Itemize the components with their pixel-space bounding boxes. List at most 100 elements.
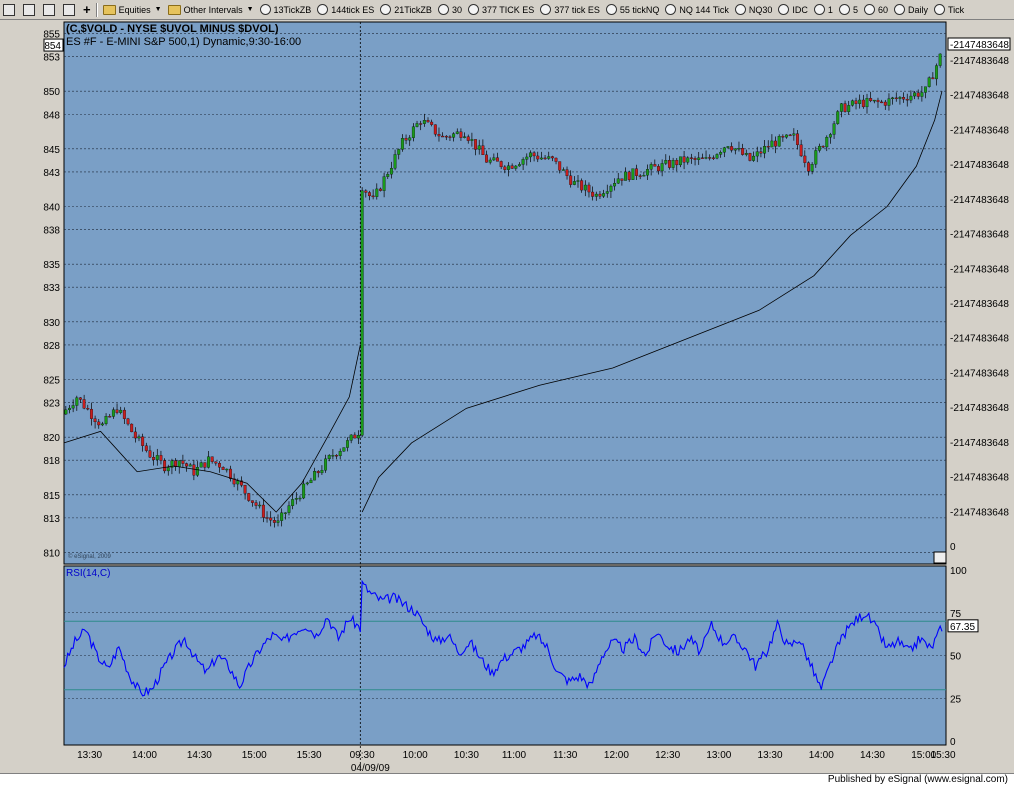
toolbar-item-11[interactable]: IDC: [775, 2, 811, 18]
candle-body: [569, 175, 573, 185]
toolbar-item-0[interactable]: Equities ▼: [100, 2, 165, 18]
toolbar-item-14[interactable]: 60: [861, 2, 891, 18]
candle-body: [111, 409, 115, 417]
toolbar-separator: [95, 2, 98, 17]
candle-body: [518, 164, 521, 167]
candle-body: [492, 157, 496, 161]
candle-body: [854, 100, 858, 104]
table-button[interactable]: [60, 2, 80, 18]
layout-button[interactable]: [0, 2, 20, 18]
toolbar-item-12[interactable]: 1: [811, 2, 836, 18]
candle-body: [613, 183, 617, 187]
candle-body: [796, 133, 799, 145]
right-axis-tick-label: -2147483648: [950, 230, 1009, 241]
candle-body: [741, 148, 745, 155]
price-tick-label: 810: [43, 548, 60, 559]
candle-body: [931, 77, 935, 80]
candle-body: [726, 146, 730, 148]
toolbar-item-7[interactable]: 377 tick ES: [537, 2, 603, 18]
candle-body: [159, 455, 163, 461]
candle-body: [858, 99, 862, 104]
candle-body: [419, 123, 423, 125]
rsi-last-label: 67.35: [950, 622, 975, 633]
candle-body: [704, 157, 708, 159]
interval-icon: [380, 4, 392, 15]
candle-body: [261, 504, 265, 518]
candle-body: [748, 153, 752, 161]
candle-body: [426, 120, 430, 123]
toolbar-item-label: Other Intervals: [183, 4, 243, 15]
price-tick-label: 833: [43, 283, 60, 294]
toolbar-item-1[interactable]: Other Intervals ▼: [165, 2, 257, 18]
candle-body: [82, 399, 86, 409]
candle-body: [291, 499, 295, 506]
candle-body: [133, 431, 137, 439]
candle-body: [781, 135, 785, 138]
candle-body: [302, 483, 306, 499]
folder-icon: [102, 4, 116, 15]
price-tick-label: 838: [43, 226, 60, 237]
right-axis-tick-label: -2147483648: [950, 91, 1009, 102]
chart-canvas[interactable]: 8558538508488458438408388358338308288258…: [0, 20, 1014, 774]
toolbar-item-3[interactable]: 144tick ES: [314, 2, 377, 18]
candle-body: [294, 498, 298, 500]
candle-body: [591, 191, 595, 197]
toolbar-item-16[interactable]: Tick: [931, 2, 967, 18]
candle-body: [525, 156, 529, 160]
candle-body: [572, 181, 576, 185]
candle-body: [397, 149, 401, 155]
candle-body: [587, 184, 591, 193]
candle-body: [115, 409, 119, 413]
x-tick-label: 09:30: [350, 750, 375, 761]
toolbar-item-13[interactable]: 5: [836, 2, 861, 18]
toolbar-item-6[interactable]: 377 TICK ES: [465, 2, 537, 18]
right-axis-tick-label: -2147483648: [950, 438, 1009, 449]
price-tick-label: 853: [43, 53, 60, 64]
candle-body: [664, 160, 668, 164]
add-button[interactable]: +: [80, 2, 94, 18]
candle-body: [880, 101, 884, 104]
candle-body: [763, 146, 767, 154]
chart-window[interactable]: 855 853 850 848 845 843 840 838 835 833 830 828 825 8…: [0, 20, 1014, 774]
candle-body: [536, 155, 540, 160]
price-panel: [63, 21, 947, 565]
toolbar-item-15[interactable]: Daily: [891, 2, 931, 18]
candle-body: [774, 140, 777, 147]
candle-body: [828, 134, 832, 138]
candle-body: [898, 97, 902, 99]
candle-body: [638, 175, 642, 177]
candle-body: [298, 497, 302, 500]
candle-body: [807, 162, 810, 172]
toolbar-item-label: NQ 144 Tick: [679, 4, 729, 15]
rsi-title: RSI(14,C): [66, 568, 110, 579]
chevron-down-icon: ▼: [246, 6, 254, 13]
page-button[interactable]: [20, 2, 40, 18]
toolbar-item-4[interactable]: 21TickZB: [377, 2, 435, 18]
toolbar-item-10[interactable]: NQ30: [732, 2, 776, 18]
candle-body: [218, 463, 221, 468]
toolbar-item-2[interactable]: 13TickZB: [257, 2, 315, 18]
toolbar-item-5[interactable]: 30: [435, 2, 465, 18]
rsi-tick-label: 50: [950, 652, 962, 663]
candle-body: [554, 157, 558, 162]
candle-body: [276, 520, 280, 523]
candle-body: [331, 455, 335, 457]
candle-body: [770, 140, 774, 148]
grid-button[interactable]: [40, 2, 60, 18]
price-tick-label: 835: [43, 260, 60, 271]
rsi-tick-label: 25: [950, 694, 962, 705]
candle-body: [759, 151, 763, 154]
candle-body: [93, 418, 97, 423]
price-tick-label: 830: [43, 318, 60, 329]
candle-body: [876, 99, 880, 103]
candle-body: [836, 111, 840, 124]
candle-body: [916, 92, 920, 97]
candle-body: [327, 455, 331, 460]
candle-body: [715, 154, 719, 159]
candle-body: [346, 440, 349, 448]
candle-body: [122, 409, 126, 419]
candle-body: [408, 137, 412, 141]
toolbar-item-9[interactable]: NQ 144 Tick: [662, 2, 732, 18]
candle-body: [272, 520, 276, 523]
toolbar-item-8[interactable]: 55 tickNQ: [603, 2, 663, 18]
